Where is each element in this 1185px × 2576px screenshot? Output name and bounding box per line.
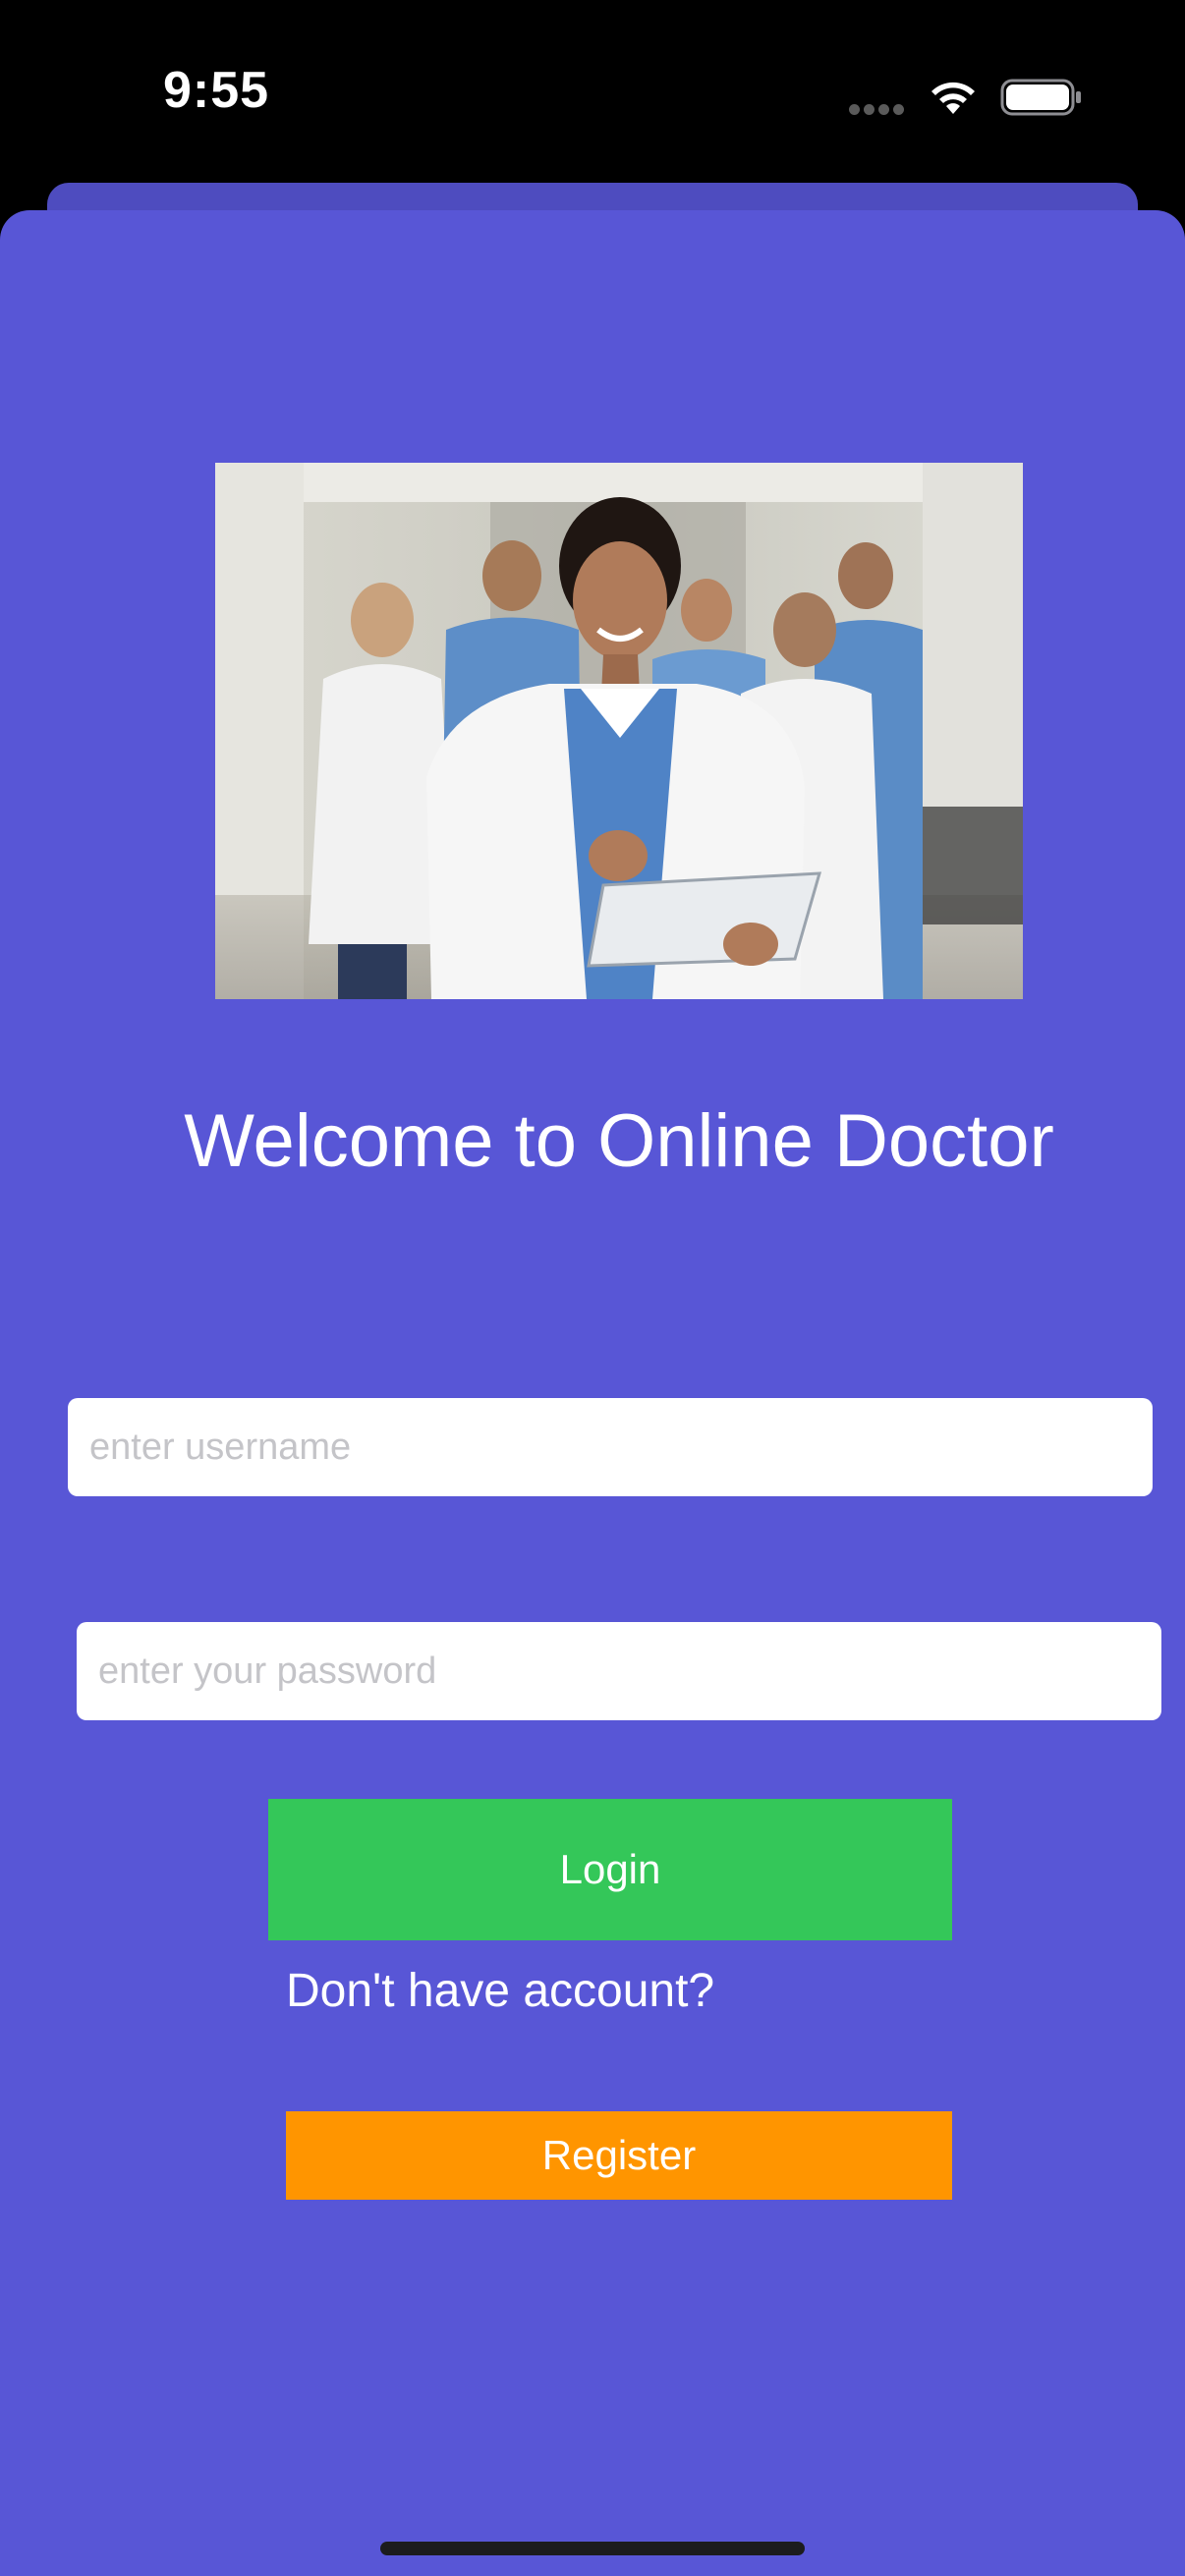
status-time: 9:55 <box>163 62 270 119</box>
login-sheet: Welcome to Online Doctor Login Don't hav… <box>0 210 1185 2576</box>
app-screen: 9:55 Welcome to Online Doctor enter user… <box>0 0 1185 2576</box>
no-account-label: Don't have account? <box>286 1965 715 2017</box>
password-input[interactable] <box>77 1622 1161 1720</box>
status-bar: 9:55 <box>0 0 1185 187</box>
login-button[interactable]: Login <box>268 1799 952 1940</box>
welcome-title: Welcome to Online Doctor <box>184 1099 1054 1183</box>
doctors-hero-image <box>215 463 1023 999</box>
register-button[interactable]: Register <box>286 2111 952 2200</box>
username-input[interactable] <box>68 1398 1153 1496</box>
cellular-signal-icon <box>849 102 908 116</box>
wifi-icon <box>931 82 975 114</box>
home-indicator[interactable] <box>380 2542 805 2555</box>
battery-icon <box>1000 79 1081 116</box>
